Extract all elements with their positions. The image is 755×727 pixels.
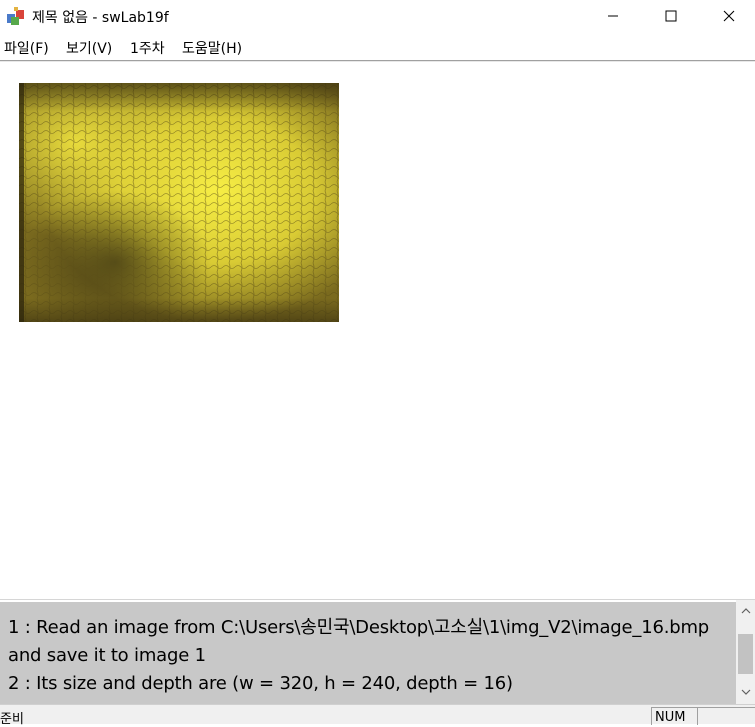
menu-week1[interactable]: 1주차 xyxy=(130,38,165,58)
minimize-icon xyxy=(608,15,618,17)
scroll-up-button[interactable] xyxy=(736,602,755,619)
minimize-button[interactable] xyxy=(584,0,642,32)
log-scrollbar[interactable] xyxy=(736,600,755,704)
maximize-button[interactable] xyxy=(642,0,700,32)
log-line: and save it to image 1 xyxy=(8,645,206,666)
log-line: 1 : Read an image from C:\Users\송민국\Desk… xyxy=(8,617,710,638)
close-button[interactable] xyxy=(700,0,755,32)
loaded-image xyxy=(19,83,339,322)
output-log[interactable]: 1 : Read an image from C:\Users\송민국\Desk… xyxy=(0,600,736,704)
application-icon[interactable] xyxy=(6,6,26,26)
status-message: 준비 xyxy=(0,712,24,727)
close-icon xyxy=(723,10,735,22)
chevron-down-icon xyxy=(741,689,750,695)
chevron-up-icon xyxy=(741,608,750,614)
menu-help[interactable]: 도움말(H) xyxy=(182,38,242,58)
title-bar: 제목 없음 - swLab19f xyxy=(0,0,755,32)
maximize-icon xyxy=(665,10,677,22)
menu-bar: 파일(F) 보기(V) 1주차 도움말(H) xyxy=(0,33,755,60)
status-pane-empty xyxy=(697,707,755,725)
menu-view[interactable]: 보기(V) xyxy=(66,38,112,58)
scroll-thumb[interactable] xyxy=(738,634,753,674)
scroll-down-button[interactable] xyxy=(736,684,755,701)
menu-file[interactable]: 파일(F) xyxy=(4,38,49,58)
status-bar: 준비 NUM xyxy=(0,704,755,727)
log-line: 2 : Its size and depth are (w = 320, h =… xyxy=(8,673,513,694)
window-title: 제목 없음 - swLab19f xyxy=(32,10,169,26)
num-lock-indicator: NUM xyxy=(655,710,686,725)
